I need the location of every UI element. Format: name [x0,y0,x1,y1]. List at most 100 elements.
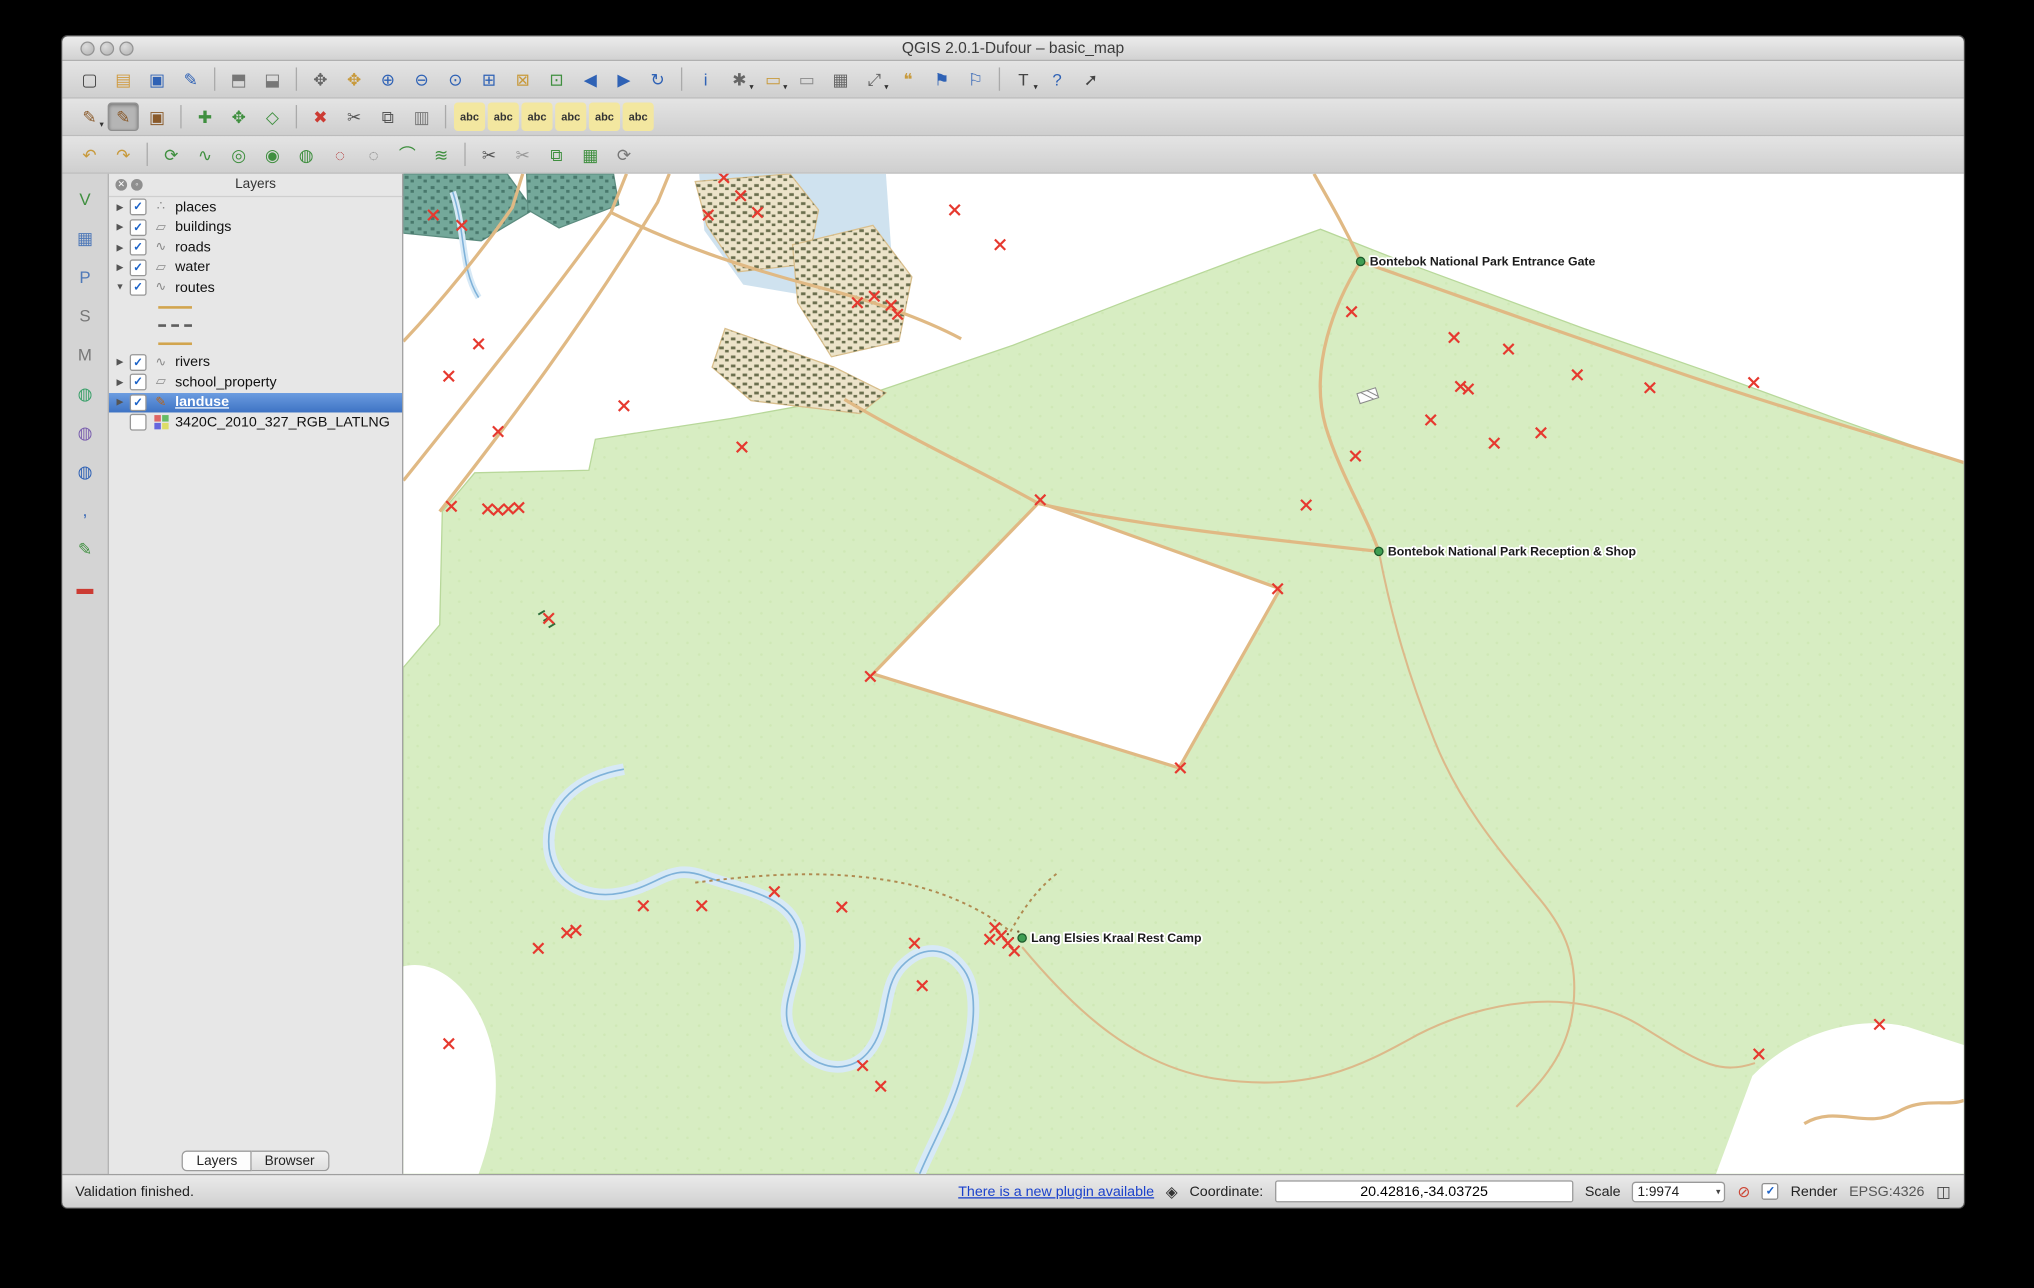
minimize-button[interactable] [100,41,114,55]
expand-arrow-icon[interactable]: ▶ [114,397,126,407]
layer-row-school_property[interactable]: ▶✓▱school_property [109,372,402,392]
layer-row-3420C_2010_327_RGB_LATLNG[interactable]: 3420C_2010_327_RGB_LATLNG [109,412,402,432]
whats-this-icon[interactable]: ➚ [1075,65,1106,94]
fill-ring-icon[interactable]: ◍ [291,140,322,169]
pan-to-selection-icon[interactable]: ✥ [339,65,370,94]
stop-rendering-icon[interactable]: ⊘ [1737,1184,1750,1200]
add-feature-icon[interactable]: ✚ [189,102,220,131]
rotate-label-icon[interactable]: abc [589,102,620,131]
zoom-actual-size-icon[interactable]: ⊙ [440,65,471,94]
node-tool-icon[interactable]: ◇ [257,102,288,131]
panel-tab-layers[interactable]: Layers [182,1151,251,1172]
expand-arrow-icon[interactable]: ▶ [114,262,126,272]
move-feature-icon[interactable]: ✥ [223,102,254,131]
render-checkbox[interactable]: ✓ [1762,1183,1779,1200]
save-project-as-icon[interactable]: ✎ [175,65,206,94]
pin-labels-icon[interactable]: abc [488,102,519,131]
labeling-icon[interactable]: abc [454,102,485,131]
reshape-features-icon[interactable]: ⌒ [392,140,423,169]
layer-visibility-checkbox[interactable]: ✓ [130,199,147,216]
plugin-link[interactable]: There is a new plugin available [958,1184,1154,1200]
composer-manager-icon[interactable]: ⬓ [257,65,288,94]
redo-icon[interactable]: ↷ [108,140,139,169]
add-wcs-layer-icon[interactable]: ◍ [69,418,100,447]
layer-row-landuse[interactable]: ▶✓✎landuse [109,392,402,412]
new-bookmark-icon[interactable]: ⚑ [926,65,957,94]
new-print-composer-icon[interactable]: ⬒ [223,65,254,94]
map-tips-icon[interactable]: ❝ [892,65,923,94]
expand-arrow-icon[interactable]: ▶ [114,202,126,212]
current-edits-icon[interactable]: ✎▾ [74,102,105,131]
layer-visibility-checkbox[interactable]: ✓ [130,239,147,256]
paste-features-icon[interactable]: ▥ [406,102,437,131]
layer-row-places[interactable]: ▶✓∴places [109,197,402,217]
delete-ring-icon[interactable]: ◌ [324,140,355,169]
coordinate-input[interactable] [1275,1180,1573,1202]
add-spatialite-layer-icon[interactable]: S [69,301,100,330]
close-button[interactable] [80,41,94,55]
move-label-icon[interactable]: abc [555,102,586,131]
add-delimited-text-layer-icon[interactable]: , [69,495,100,524]
delete-part-icon[interactable]: ◌ [358,140,389,169]
offset-curve-icon[interactable]: ≋ [425,140,456,169]
toggle-editing-icon[interactable]: ✎ [108,102,139,131]
add-wms-layer-icon[interactable]: ◍ [69,379,100,408]
change-label-icon[interactable]: abc [623,102,654,131]
zoom-full-extent-icon[interactable]: ⊞ [473,65,504,94]
deselect-features-icon[interactable]: ▭ [791,65,822,94]
remove-layer-icon[interactable]: ▬ [69,573,100,602]
expand-arrow-icon[interactable]: ▶ [114,377,126,387]
layer-row-routes[interactable]: ▼✓∿routes [109,278,402,298]
add-part-icon[interactable]: ◉ [257,140,288,169]
layer-visibility-checkbox[interactable]: ✓ [130,279,147,296]
split-parts-icon[interactable]: ✂ [507,140,538,169]
layer-row-rivers[interactable]: ▶✓∿rivers [109,352,402,372]
title-bar[interactable]: QGIS 2.0.1-Dufour – basic_map [62,36,1964,61]
measure-icon[interactable]: ⤢▾ [859,65,890,94]
show-bookmarks-icon[interactable]: ⚐ [960,65,991,94]
zoom-out-icon[interactable]: ⊖ [406,65,437,94]
layer-visibility-checkbox[interactable]: ✓ [130,354,147,371]
dropdown-arrow-icon[interactable]: ▾ [783,82,787,92]
panel-float-icon[interactable]: ◦ [131,179,143,191]
panel-close-icon[interactable]: ✕ [115,179,127,191]
add-postgis-layer-icon[interactable]: P [69,262,100,291]
rotate-point-symbols-icon[interactable]: ⟳ [608,140,639,169]
add-vector-layer-icon[interactable]: V [69,184,100,213]
expand-arrow-icon[interactable]: ▶ [114,242,126,252]
rotate-feature-icon[interactable]: ⟳ [156,140,187,169]
layer-visibility-checkbox[interactable]: ✓ [130,374,147,391]
open-attribute-table-icon[interactable]: ▦ [825,65,856,94]
scale-combobox[interactable]: 1:9974 ▾ [1632,1181,1725,1202]
collapse-arrow-icon[interactable]: ▼ [114,283,126,292]
dropdown-arrow-icon[interactable]: ▾ [884,82,888,92]
crs-status-icon[interactable]: ◫ [1936,1184,1951,1200]
expand-arrow-icon[interactable]: ▶ [114,357,126,367]
merge-attributes-icon[interactable]: ▦ [575,140,606,169]
zoom-button[interactable] [119,41,133,55]
delete-selected-icon[interactable]: ✖ [305,102,336,131]
refresh-map-icon[interactable]: ↻ [642,65,673,94]
cut-features-icon[interactable]: ✂ [339,102,370,131]
zoom-next-icon[interactable]: ▶ [608,65,639,94]
identify-features-icon[interactable]: i [690,65,721,94]
select-features-icon[interactable]: ▭▾ [758,65,789,94]
new-shapefile-layer-icon[interactable]: ✎ [69,534,100,563]
layer-visibility-checkbox[interactable] [130,414,147,431]
layer-visibility-checkbox[interactable]: ✓ [130,394,147,411]
zoom-to-selection-icon[interactable]: ⊠ [507,65,538,94]
pan-map-icon[interactable]: ✥ [305,65,336,94]
dropdown-arrow-icon[interactable]: ▾ [1033,82,1037,92]
save-layer-edits-icon[interactable]: ▣ [141,102,172,131]
layer-row-roads[interactable]: ▶✓∿roads [109,237,402,257]
layer-legend-entry[interactable] [109,298,402,316]
split-features-icon[interactable]: ✂ [473,140,504,169]
open-project-icon[interactable]: ▤ [108,65,139,94]
help-contents-icon[interactable]: ? [1042,65,1073,94]
dropdown-arrow-icon[interactable]: ▾ [100,119,104,129]
zoom-in-icon[interactable]: ⊕ [372,65,403,94]
new-project-icon[interactable]: ▢ [74,65,105,94]
merge-features-icon[interactable]: ⧉ [541,140,572,169]
highlight-labels-icon[interactable]: abc [521,102,552,131]
text-annotation-icon[interactable]: T▾ [1008,65,1039,94]
